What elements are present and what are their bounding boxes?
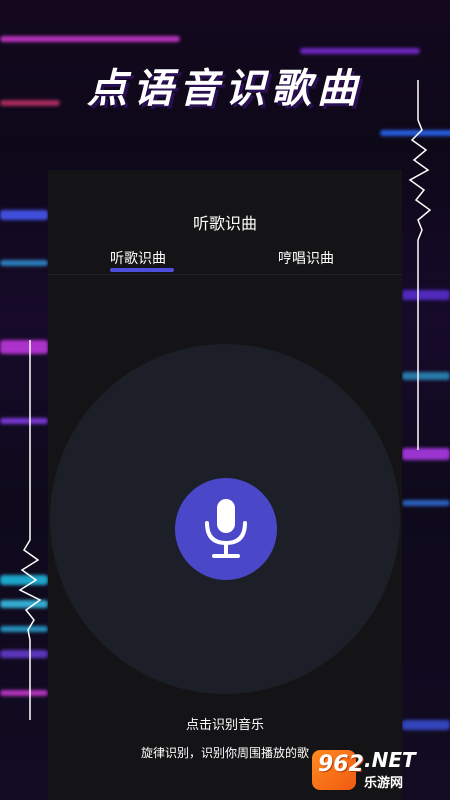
microphone-icon [205, 499, 247, 558]
promo-headline: 点语音识歌曲 [87, 66, 363, 112]
waveform-left-decoration [18, 340, 42, 720]
watermark-site-name: 乐游网 [364, 776, 404, 791]
tab-listen-recognize[interactable]: 听歌识曲 [110, 248, 166, 268]
watermark-badge: 962 [312, 750, 364, 790]
promo-screen: 点语音识歌曲 听歌识曲 听歌识曲 哼唱识曲 点击识别音乐 旋律识别，识别你周围播… [0, 0, 450, 800]
record-button[interactable] [175, 478, 277, 580]
watermark-net: .NET [364, 748, 416, 772]
waveform-right-decoration [408, 80, 432, 450]
watermark-number: 962 [318, 752, 364, 777]
mode-tabs: 听歌识曲 哼唱识曲 [48, 248, 402, 274]
app-screen: 听歌识曲 听歌识曲 哼唱识曲 点击识别音乐 旋律识别，识别你周围播放的歌 [48, 170, 402, 800]
site-watermark: 962 .NET 乐游网 [312, 746, 446, 794]
active-tab-indicator [110, 268, 174, 272]
tab-hum-recognize[interactable]: 哼唱识曲 [278, 248, 334, 268]
tabs-divider [48, 274, 402, 275]
page-title: 听歌识曲 [192, 214, 257, 233]
record-action-title: 点击识别音乐 [185, 718, 264, 733]
